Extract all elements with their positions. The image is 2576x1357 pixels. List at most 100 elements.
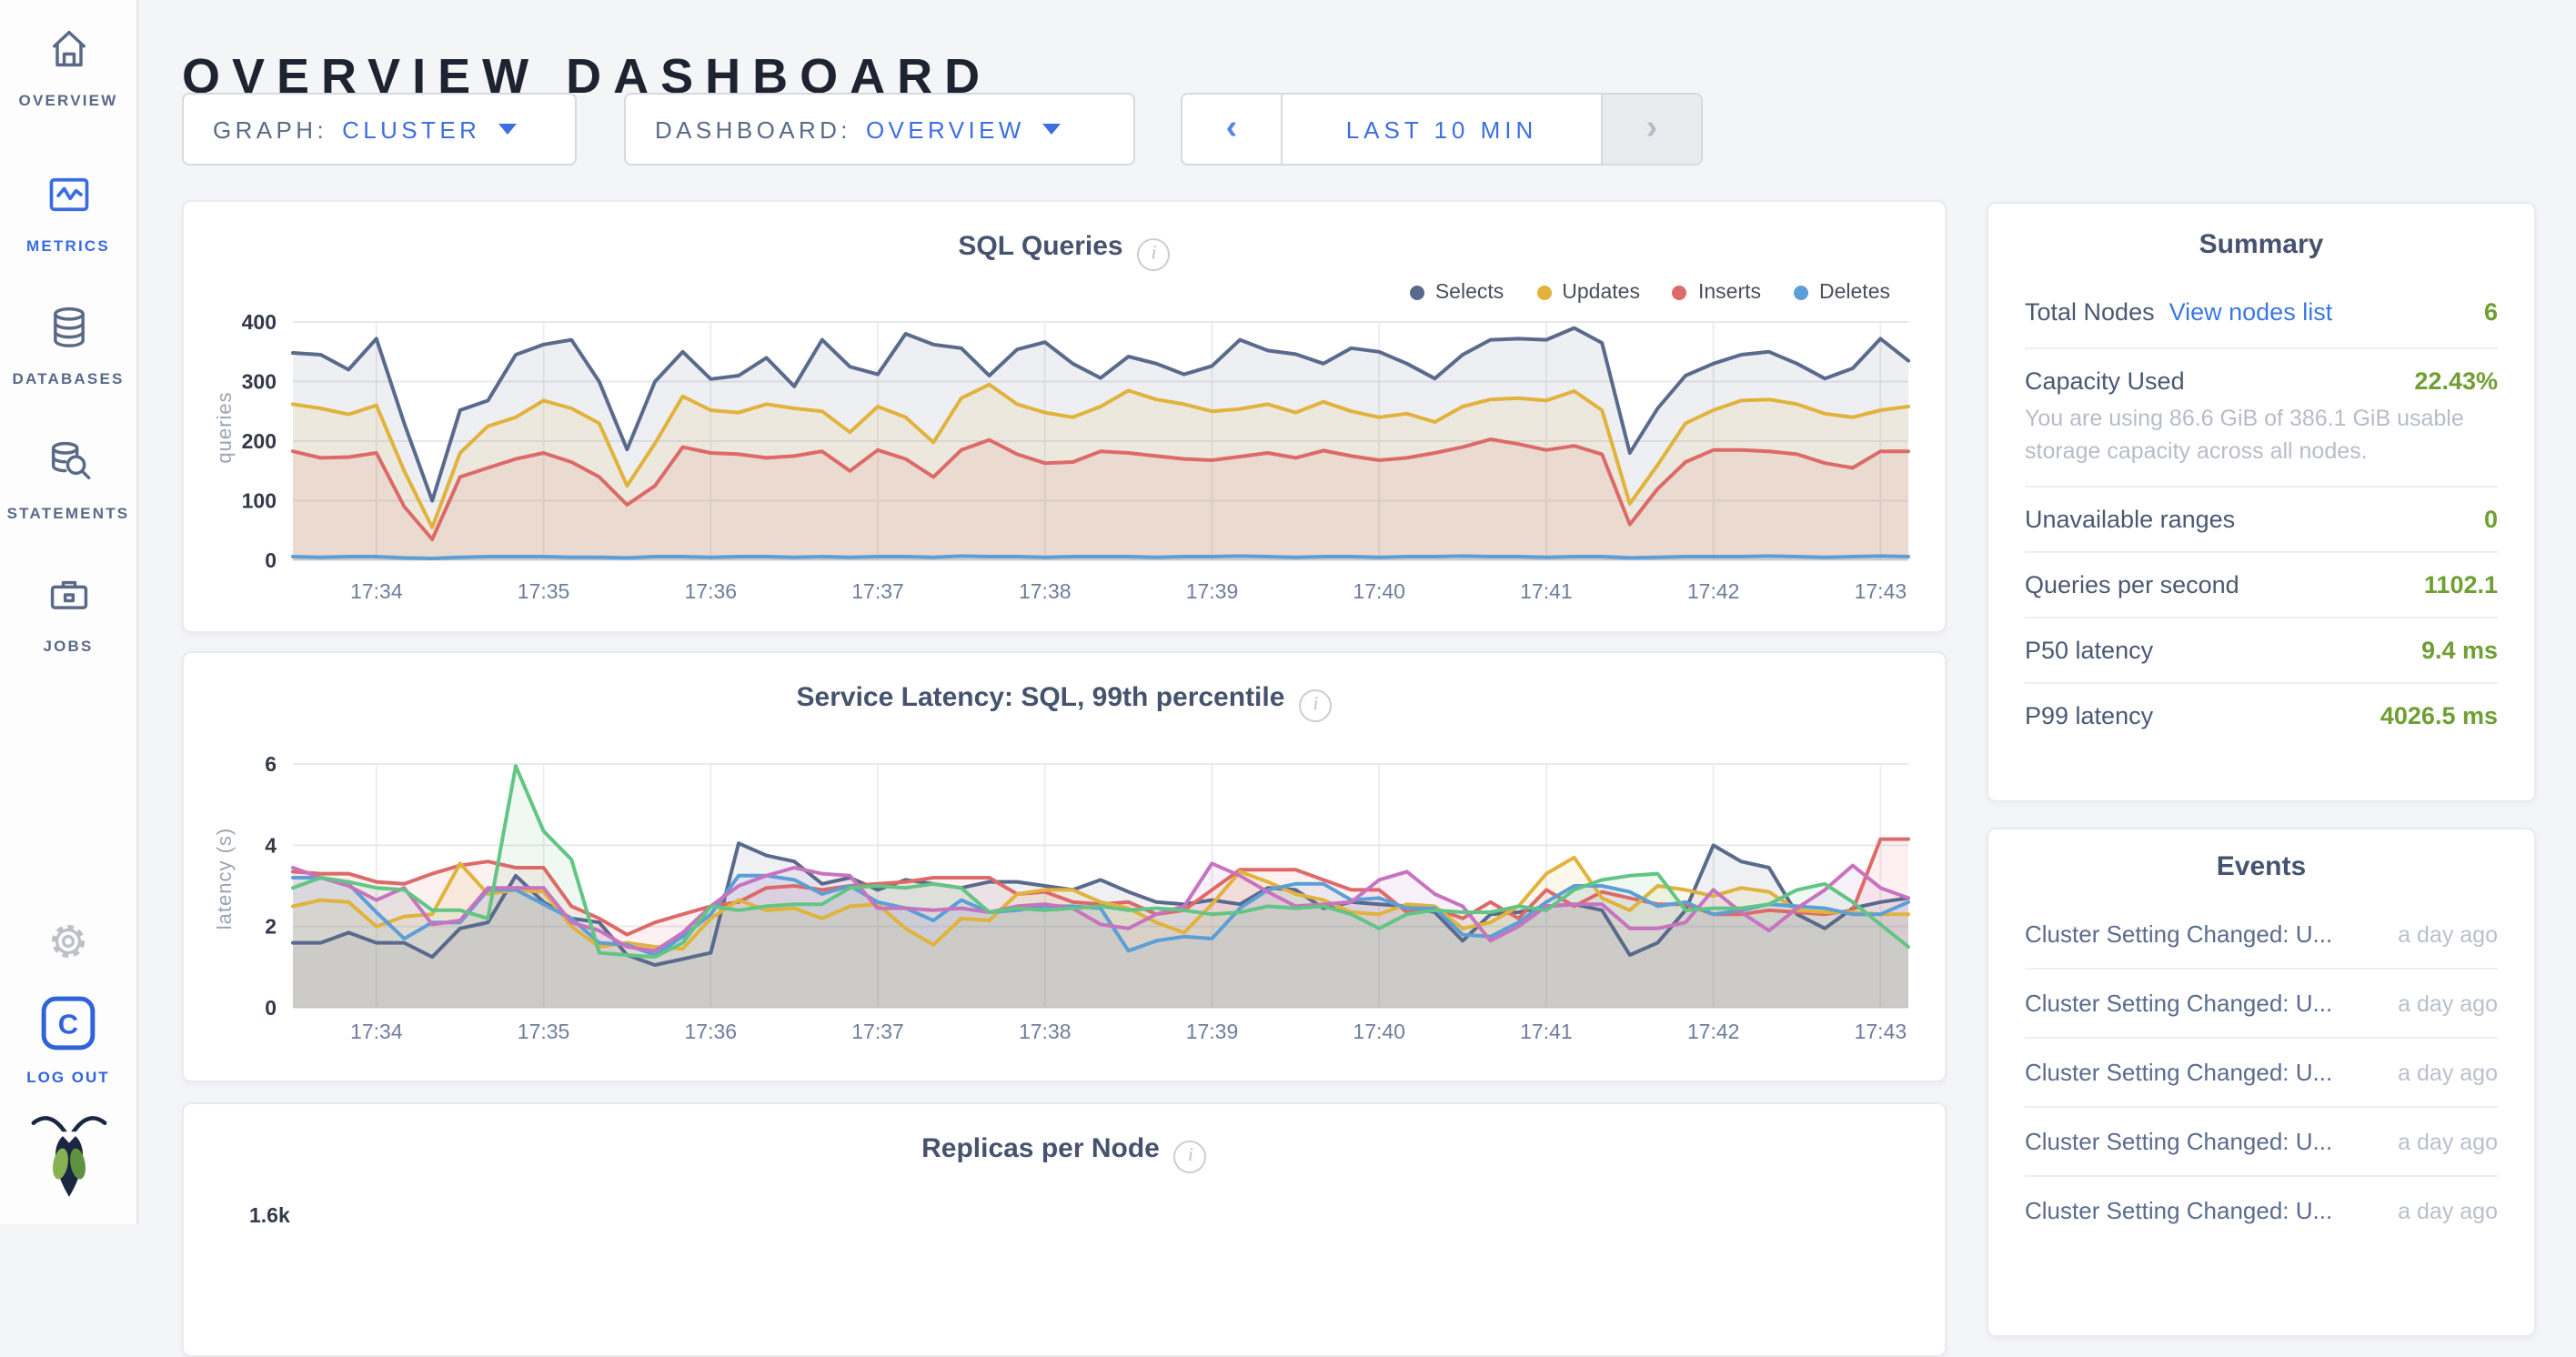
legend-item-deletes[interactable]: Deletes <box>1794 282 1890 304</box>
legend-dot <box>1410 286 1424 300</box>
briefcase-icon <box>45 571 92 628</box>
sidebar-item-jobs[interactable]: JOBS <box>0 571 136 655</box>
event-title: Cluster Setting Changed: U... <box>2025 1059 2332 1086</box>
svg-text:0: 0 <box>265 996 277 1020</box>
summary-row-capacity: Capacity Used 22.43% You are using 86.6 … <box>2025 349 2498 488</box>
summary-value: 0 <box>2484 507 2498 534</box>
svg-text:17:39: 17:39 <box>1186 579 1239 603</box>
chart-title-text: Replicas per Node <box>921 1133 1160 1164</box>
svg-text:17:34: 17:34 <box>350 1020 403 1043</box>
event-title: Cluster Setting Changed: U... <box>2025 1128 2332 1155</box>
log-out-button[interactable]: C LOG OUT <box>0 995 136 1086</box>
legend-item-selects[interactable]: Selects <box>1410 282 1504 304</box>
svg-text:17:41: 17:41 <box>1520 1020 1573 1043</box>
summary-label: P50 latency <box>2025 638 2153 665</box>
sidebar-item-databases[interactable]: DATABASES <box>0 304 136 387</box>
svg-text:17:43: 17:43 <box>1855 1020 1907 1043</box>
legend-label: Inserts <box>1698 282 1761 304</box>
info-icon[interactable]: i <box>1174 1141 1207 1173</box>
summary-value: 22.43% <box>2414 367 2498 395</box>
svg-text:200: 200 <box>242 429 277 453</box>
svg-text:17:40: 17:40 <box>1353 1020 1405 1043</box>
sql-queries-chart-card: SQL Queries i Selects Updates Inserts Del… <box>182 200 1947 633</box>
settings-gear-button[interactable] <box>0 919 136 973</box>
svg-text:17:36: 17:36 <box>685 579 738 603</box>
svg-text:17:35: 17:35 <box>518 1020 570 1043</box>
sidebar: OVERVIEW METRICS DATABASES <box>0 0 138 1224</box>
svg-text:4: 4 <box>265 833 277 857</box>
info-icon[interactable]: i <box>1299 689 1332 722</box>
gear-icon <box>45 919 91 973</box>
home-icon <box>45 25 92 82</box>
replicas-per-node-chart-card: Replicas per Node i 1.6k <box>182 1102 1947 1357</box>
event-row: Cluster Setting Changed: U... a day ago <box>2025 1108 2498 1177</box>
legend-label: Updates <box>1562 282 1640 304</box>
svg-text:100: 100 <box>242 489 277 513</box>
info-icon[interactable]: i <box>1138 238 1171 271</box>
event-time: a day ago <box>2398 1060 2498 1085</box>
time-range-value[interactable]: LAST 10 MIN <box>1283 95 1601 164</box>
time-prev-button[interactable]: ‹ <box>1182 95 1283 164</box>
summary-value: 9.4 ms <box>2421 638 2498 665</box>
svg-text:400: 400 <box>242 310 277 334</box>
sidebar-item-label: JOBS <box>43 637 93 655</box>
svg-text:17:40: 17:40 <box>1353 579 1405 603</box>
svg-text:17:36: 17:36 <box>685 1020 738 1043</box>
svg-text:17:41: 17:41 <box>1520 579 1573 603</box>
svg-text:17:38: 17:38 <box>1019 1020 1072 1043</box>
view-nodes-list-link[interactable]: View nodes list <box>2169 298 2333 326</box>
chart-title-text: Service Latency: SQL, 99th percentile <box>797 682 1285 713</box>
svg-text:17:37: 17:37 <box>851 1020 904 1043</box>
sidebar-item-label: DATABASES <box>12 369 124 387</box>
sidebar-item-label: OVERVIEW <box>19 91 118 109</box>
summary-value: 4026.5 ms <box>2380 703 2498 730</box>
events-title: Events <box>2025 851 2498 882</box>
sidebar-item-metrics[interactable]: METRICS <box>0 171 136 255</box>
admin-ui-root: OVERVIEW METRICS DATABASES <box>0 0 2576 1224</box>
sidebar-item-overview[interactable]: OVERVIEW <box>0 25 136 109</box>
event-row: Cluster Setting Changed: U... a day ago <box>2025 1177 2498 1244</box>
event-time: a day ago <box>2398 921 2498 947</box>
summary-label: Total Nodes <box>2025 298 2155 326</box>
event-time: a day ago <box>2398 1198 2498 1223</box>
summary-label: Unavailable ranges <box>2025 507 2235 534</box>
event-row: Cluster Setting Changed: U... a day ago <box>2025 900 2498 970</box>
summary-panel: Summary Total NodesView nodes list 6 Cap… <box>1987 202 2536 802</box>
chart-title-text: SQL Queries <box>958 231 1122 262</box>
event-title: Cluster Setting Changed: U... <box>2025 920 2332 948</box>
sidebar-item-statements[interactable]: STATEMENTS <box>0 438 136 522</box>
legend-label: Deletes <box>1819 282 1890 304</box>
legend-item-inserts[interactable]: Inserts <box>1673 282 1761 304</box>
legend-item-updates[interactable]: Updates <box>1536 282 1640 304</box>
time-range-selector: ‹ LAST 10 MIN › <box>1181 93 1703 166</box>
y-axis-tick: 1.6k <box>249 1206 290 1228</box>
svg-text:17:35: 17:35 <box>518 579 570 603</box>
log-out-label: LOG OUT <box>26 1068 109 1086</box>
service-latency-chart: 17:34 17:35 17:36 17:37 17:38 17:39 17:40 17:41… <box>191 744 1937 1046</box>
graph-dropdown[interactable]: GRAPH: CLUSTER <box>182 93 577 166</box>
events-panel: Events Cluster Setting Changed: U... a d… <box>1987 828 2536 1337</box>
svg-text:17:39: 17:39 <box>1186 1020 1239 1043</box>
summary-label: Capacity Used <box>2025 367 2185 395</box>
event-time: a day ago <box>2398 1129 2498 1154</box>
event-row: Cluster Setting Changed: U... a day ago <box>2025 970 2498 1039</box>
summary-label: Queries per second <box>2025 572 2239 599</box>
service-latency-chart-card: Service Latency: SQL, 99th percentilei l… <box>182 651 1947 1082</box>
database-icon <box>45 304 92 360</box>
chart-title: Service Latency: SQL, 99th percentile i <box>184 682 1945 722</box>
chart-legend: Selects Updates Inserts Deletes <box>1410 282 1890 304</box>
graph-dropdown-value: CLUSTER <box>342 116 480 143</box>
time-next-button[interactable]: › <box>1601 95 1701 164</box>
svg-text:17:34: 17:34 <box>350 579 403 603</box>
legend-dot <box>1794 286 1808 300</box>
dashboard-dropdown-value: OVERVIEW <box>866 116 1025 143</box>
cockroach-bug-icon <box>30 1110 106 1210</box>
toolbar: GRAPH: CLUSTER DASHBOARD: OVERVIEW ‹ LAS… <box>182 93 1703 166</box>
dashboard-dropdown[interactable]: DASHBOARD: OVERVIEW <box>624 93 1135 166</box>
svg-text:C: C <box>58 1008 78 1040</box>
chevron-down-icon <box>498 124 517 135</box>
event-title: Cluster Setting Changed: U... <box>2025 1197 2332 1224</box>
svg-text:0: 0 <box>265 548 277 572</box>
cockroachdb-logo[interactable] <box>0 1110 136 1210</box>
svg-text:17:43: 17:43 <box>1855 579 1907 603</box>
